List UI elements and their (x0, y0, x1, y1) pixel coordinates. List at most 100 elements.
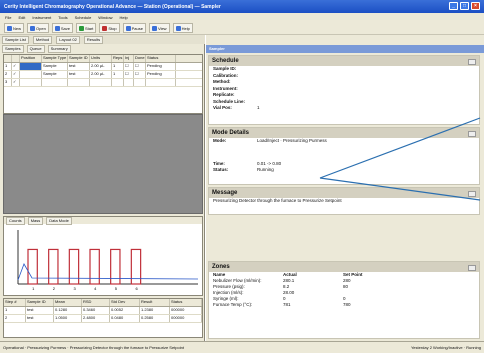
zones-cell: 781 (283, 302, 291, 307)
chart-panel: Counts Mass Data Mode 123456 (3, 216, 203, 296)
menu-help[interactable]: Help (120, 15, 128, 20)
grid-cell (68, 79, 90, 86)
window-title: Cerity Intelligent Chromatography Operat… (4, 4, 221, 10)
tick-label: 6 (135, 286, 138, 291)
save-button[interactable]: Save (51, 23, 73, 33)
grid-header-cell (12, 55, 20, 62)
maximize-button[interactable]: □ (460, 2, 469, 10)
toolbar: New Open Save Start Stop Pause View Help (0, 22, 484, 35)
pause-icon (125, 25, 131, 31)
grid-header-cell: Units (90, 55, 112, 62)
grid-cell (112, 79, 124, 86)
grid-header-cell: Sample ID (68, 55, 90, 62)
results-cell: 000000 (170, 307, 202, 314)
mode-details-section: Mode Details Mode: Load/Inject · Pressuri… (208, 127, 480, 185)
grid-cell: test (68, 71, 90, 78)
tab-queue[interactable]: Queue (26, 45, 45, 53)
grid-header-cell (4, 55, 12, 62)
start-button[interactable]: Start (75, 23, 97, 33)
grid-cell: ✓ (12, 71, 20, 78)
grid-cell: 1 (112, 63, 124, 70)
results-cell: test (26, 315, 54, 322)
minimize-button[interactable]: _ (449, 2, 458, 10)
results-cell: 1.2380 (140, 307, 170, 314)
tab-samples[interactable]: Samples (2, 45, 24, 53)
bar-chart: 1 2 3 4 5 6 (17, 230, 199, 291)
collapse-icon[interactable] (468, 59, 476, 65)
grid-cell: 1 (4, 63, 12, 70)
results-cell: 1 (4, 307, 26, 314)
field-value: 1 (257, 105, 260, 110)
message-title: Message (209, 188, 479, 198)
grid-cell: Sample (42, 71, 68, 78)
grid-cell: ☐ (134, 71, 146, 78)
table-row[interactable]: 1 ✓ Sample test 2.00 µL 1 ☐ ☐ Pending (4, 63, 202, 71)
menu-schedule[interactable]: Schedule (75, 15, 92, 20)
zones-row: Furnace Temp (°C): 781 780 (209, 302, 479, 308)
menu-window[interactable]: Window (98, 15, 112, 20)
grid-header: Position Sample Type Sample ID Units Reps Inj… (4, 55, 202, 63)
message-text: Pressurizing Detector through the furnac… (213, 198, 342, 203)
table-row[interactable]: 1 test 0.1280 0.3460 0.0052 1.2380 000000 (4, 307, 202, 315)
results-cell: 2.4800 (82, 315, 110, 322)
results-header-cell: Sample ID (26, 299, 54, 306)
table-row[interactable]: 2 test 1.0500 2.4800 0.0480 0.2580 000000 (4, 315, 202, 323)
results-table: Step # Sample ID Mean RSD Std Dev Result Statu… (3, 298, 203, 338)
mode-details-title: Mode Details (209, 128, 479, 138)
results-header-cell: Std Dev (110, 299, 140, 306)
collapse-icon[interactable] (468, 265, 476, 271)
zones-title: Zones (209, 262, 479, 272)
menu-instrument[interactable]: Instrument (32, 15, 51, 20)
zones-section: Zones Name Actual Set Point Nebulizer Flow … (208, 261, 480, 339)
menu-bar: File Edit Instrument Tools Schedule Wind… (0, 13, 484, 22)
stop-button[interactable]: Stop (99, 23, 120, 33)
subtab-layout[interactable]: Layout 02 (56, 35, 80, 44)
status-row: Status: Running (213, 167, 274, 172)
help-button[interactable]: Help (172, 23, 193, 33)
grid-cell: Pending (146, 63, 176, 70)
grid-header-cell: Done (135, 55, 146, 62)
table-row[interactable]: 2 ✓ Sample test 2.00 µL 1 ☐ ☐ Pending (4, 71, 202, 79)
grid-cell (90, 79, 112, 86)
results-cell: 0.2580 (140, 315, 170, 322)
grid-cell (42, 79, 68, 86)
tick-label: 2 (53, 286, 56, 291)
subtab-method[interactable]: Method (32, 35, 53, 44)
tick-label: 5 (115, 286, 118, 291)
grid-header-cell: Position (20, 55, 42, 62)
view-button[interactable]: View (148, 23, 170, 33)
open-icon (30, 25, 36, 31)
tab-summary[interactable]: Summary (47, 45, 71, 53)
grid-cell: Sample (42, 63, 68, 70)
menu-tools[interactable]: Tools (58, 15, 67, 20)
menu-edit[interactable]: Edit (18, 15, 25, 20)
grid-cell (134, 79, 146, 86)
subtab-results[interactable]: Results (83, 35, 104, 44)
menu-file[interactable]: File (5, 15, 11, 20)
results-header-cell: Result (140, 299, 170, 306)
pause-button[interactable]: Pause (122, 23, 146, 33)
close-button[interactable]: × (471, 2, 480, 10)
collapse-icon[interactable] (468, 191, 476, 197)
results-cell: 000000 (170, 315, 202, 322)
results-cell: 0.0052 (110, 307, 140, 314)
open-button[interactable]: Open (27, 23, 49, 33)
field-label: Vial Pos: (213, 105, 232, 110)
stop-icon (102, 25, 108, 31)
grid-cell: 2.00 µL (90, 63, 112, 70)
new-button[interactable]: New (4, 23, 25, 33)
grid-cell (146, 79, 176, 86)
window-titlebar: Cerity Intelligent Chromatography Operat… (0, 0, 484, 13)
bar (48, 248, 59, 285)
results-cell: 0.0480 (110, 315, 140, 322)
grid-cell: ✓ (12, 79, 20, 86)
save-icon (54, 25, 60, 31)
subtab-sample-list[interactable]: Sample List (2, 35, 29, 44)
grid-header-cell: Status (146, 55, 176, 62)
collapse-icon[interactable] (468, 131, 476, 137)
left-subtabs: Sample List Method Layout 02 Results (0, 35, 205, 44)
table-row[interactable]: 3 ✓ (4, 79, 202, 87)
grid-cell (20, 71, 42, 78)
bar (68, 248, 80, 285)
grid-cell: ☐ (124, 63, 134, 70)
